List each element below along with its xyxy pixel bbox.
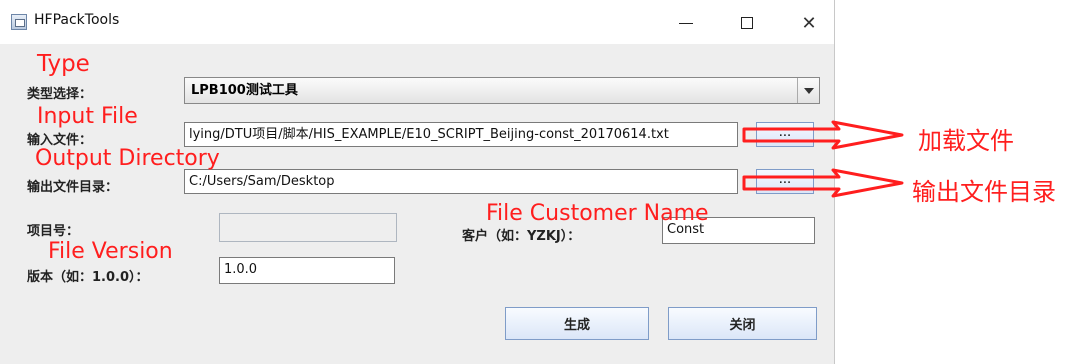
app-window: HFPackTools ✕ 类型选择： LPB100测试工具 输入文件： lyi… [0,0,835,364]
annotation-file-version: File Version [48,239,173,264]
output-dir-label: 输出文件目录： [27,180,119,195]
project-no-field [219,213,397,242]
annotation-file-customer-name: File Customer Name [486,201,709,226]
arrow-right-icon-load-file [742,120,904,150]
close-window-button[interactable]: ✕ [789,8,829,38]
annotation-output-directory: Output Directory [35,146,220,171]
annotation-input-file: Input File [37,104,138,129]
type-select[interactable]: LPB100测试工具 [184,77,820,104]
chevron-down-icon[interactable] [797,78,819,103]
output-dir-field[interactable]: C:/Users/Sam/Desktop [184,169,738,194]
annotation-output-dir: 输出文件目录 [912,178,1056,206]
maximize-icon [741,17,753,29]
customer-label: 客户（如：YZKJ）： [462,229,581,244]
project-no-label: 项目号： [27,224,80,239]
input-file-field[interactable]: lying/DTU项目/脚本/HIS_EXAMPLE/E10_SCRIPT_Be… [184,122,738,147]
close-icon: ✕ [801,12,817,34]
annotation-load-file: 加载文件 [918,127,1014,155]
arrow-right-icon-output-dir [742,168,904,198]
app-icon [11,14,27,30]
minimize-icon [679,22,693,24]
annotation-type: Type [37,51,90,77]
close-button[interactable]: 关闭 [668,307,817,340]
version-label: 版本（如：1.0.0）： [27,270,149,285]
type-select-value: LPB100测试工具 [191,83,298,98]
type-label: 类型选择： [27,87,93,102]
title-bar: HFPackTools ✕ [0,0,834,44]
version-field[interactable]: 1.0.0 [219,257,395,284]
generate-button[interactable]: 生成 [505,307,649,340]
minimize-button[interactable] [666,8,706,38]
maximize-button[interactable] [727,8,767,38]
window-title: HFPackTools [34,12,120,28]
